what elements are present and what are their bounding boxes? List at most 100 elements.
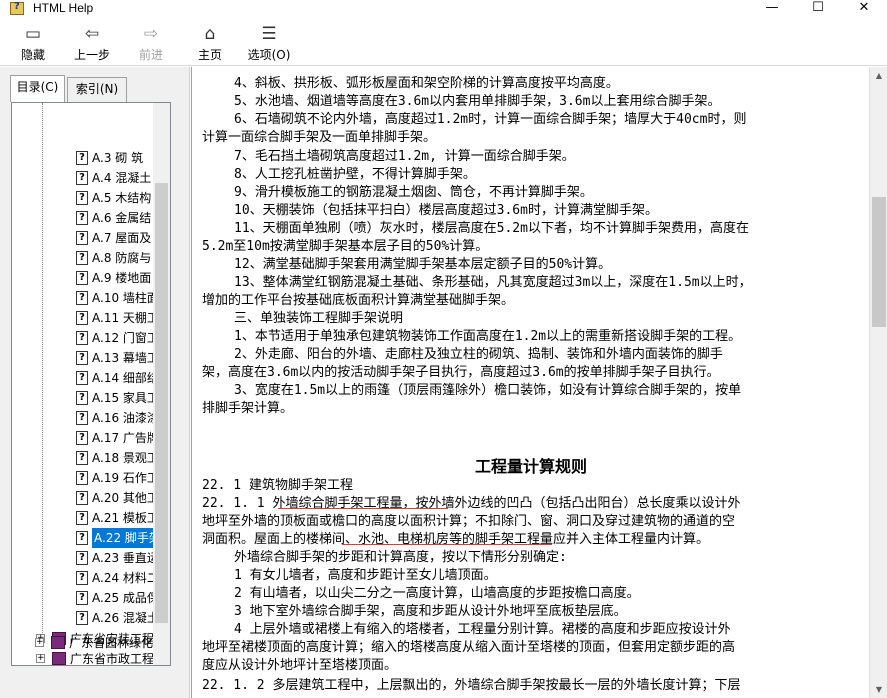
content-line: 排脚手架计算。 [202,401,294,416]
content-line: 三、单独装饰工程脚手架说明 [234,311,404,326]
expand-plus-icon[interactable]: + [36,654,45,663]
tree-item[interactable]: ? A.11 天棚工 [12,308,162,328]
forward-label: 前进 [138,48,163,62]
content-line: 5、水池墙、烟道墙等高度在3.6m以内套用单排脚手架，3.6m以上套用综合脚手架… [234,94,721,109]
tree-item[interactable]: ? A.20 其他工 [12,488,162,508]
rule-line: 地坪至外墙的顶板面或檐口的高度以面积计算；不扣除门、窗、洞口及穿过建筑物的通道的… [202,514,736,529]
pane-splitter[interactable] [186,67,190,698]
tree-item[interactable]: ? A.21 模板工 [12,508,162,528]
content-line: 6、石墙砌筑不论内外墙，高度超过1.2m时，计算一面综合脚手架；墙厚大于40cm… [234,112,747,127]
topic-page-icon: ? [76,191,88,205]
options-label: 选项(O) [247,48,291,62]
window-title: HTML Help [33,1,94,15]
content-line: 8、人工挖孔桩凿护壁，不得计算脚手架。 [234,167,476,182]
maximize-button[interactable]: ☐ [803,0,833,18]
hide-label: 隐藏 [20,48,45,62]
home-icon: ⌂ [204,24,216,44]
expand-plus-icon[interactable]: + [35,638,44,647]
content-line: 2、外走廊、阳台的外墙、走廊柱及独立柱的砌筑、捣制、装饰和外墙内面装饰的脚手 [234,347,723,362]
content-line: 13、整体满堂红钢筋混凝土基础、条形基础，凡其宽度超过3m以上，深度在1.5m以… [234,275,752,290]
content-line: 7、毛石挡土墙砌筑高度超过1.2m, 计算一面综合脚手架。 [234,149,575,164]
tree-scrollbar-thumb[interactable] [155,183,168,623]
tree-item[interactable]: ? A.15 家具工 [12,388,162,408]
topic-page-icon: ? [76,151,88,165]
title-bar: HTML Help — ☐ ✕ [0,0,887,18]
topic-page-icon: ? [76,331,88,345]
content-line: 11、天棚面单独刷（喷）灰水时，楼层高度在5.2m以下者，均不计算脚手架费用，高… [234,221,749,236]
topic-page-icon: ? [76,271,88,285]
tree-item[interactable]: ? A.6 金属结 [12,208,162,228]
topic-page-icon: ? [76,571,88,585]
content-line: 架，高度在3.6m以内的按活动脚手架子目执行，高度超过3.6m的按单排脚手架子目… [202,365,720,380]
ink-underline [278,508,448,509]
close-button[interactable]: ✕ [849,0,879,18]
topic-page-icon: ? [76,391,88,405]
topic-page-icon: ? [76,211,88,225]
rule-line: 4 上层外墙或裙楼上有缩入的塔楼者，工程量分别计算。裙楼的高度和步距应按设计外 [234,622,731,637]
forward-arrow-icon: ⇨ [143,24,159,44]
contents-tree: ? A.3 砌 筑 ? A.4 混凝土 ? A.5 木结构 ? A.6 金属结 ? A.7… [11,102,171,666]
tree-item[interactable]: ? A.12 门窗工 [12,328,162,348]
minimize-button[interactable]: — [757,0,787,18]
tree-item[interactable]: ? A.25 成品保 [12,588,162,608]
tree-item[interactable]: ? A.17 广告牌 [12,428,162,448]
hide-pane-icon: ▭ [24,24,42,44]
tree-item[interactable]: ? A.5 木结构 [12,188,162,208]
content-line: 3、宽度在1.5m以上的雨篷（顶层雨篷除外）檐口装饰，如没有计算综合脚手架的，按… [234,383,742,398]
tree-item[interactable]: ? A.26 混凝土 [12,608,162,628]
topic-page-icon: ? [76,451,88,465]
home-button[interactable]: ⌂ 主页 [192,22,228,66]
tree-item[interactable]: ? A.16 油漆涂 [12,408,162,428]
topic-page-icon: ? [76,231,88,245]
rule-line: 22. 1 建筑物脚手架工程 [202,478,353,493]
rule-line: 地坪至裙楼顶面的高度计算；缩入的塔楼高度从缩入面计至塔楼的顶面，但套用定额步距的… [202,640,736,655]
options-button[interactable]: ☰ 选项(O) [244,22,294,66]
tree-scrollbar[interactable] [153,103,170,665]
tree-book-garden[interactable]: + 广东省园林绿化 [11,633,161,653]
content-line: 5.2m至10m按满堂脚手架基本层子目的50%计算。 [202,239,489,254]
back-button[interactable]: ⇦ 上一步 [70,22,114,66]
topic-page-icon: ? [76,311,88,325]
tree-item[interactable]: ? A.3 砌 筑 [12,148,162,168]
content-scrollbar[interactable]: ▲ ▼ [869,67,887,698]
back-label: 上一步 [73,48,110,62]
tree-item[interactable]: ? A.24 材料二 [12,568,162,588]
hide-button[interactable]: ▭ 隐藏 [14,22,52,66]
content-line: 计算一面综合脚手架及一面单排脚手架。 [202,130,437,145]
tree-item-selected[interactable]: ? A.22 脚手架 [12,528,162,548]
tree-item[interactable]: ? A.7 屋面及 [12,228,162,248]
tree-item[interactable]: ? A.19 石作工 [12,468,162,488]
tree-item[interactable]: ? A.8 防腐与 [12,248,162,268]
rule-line: 2 有山墙者，以山尖二分之一高度计算，山墙高度的步距按檐口高度。 [234,586,640,601]
toolbar: ▭ 隐藏 ⇦ 上一步 ⇨ 前进 ⌂ 主页 ☰ 选项(O) [0,20,887,66]
scroll-down-icon[interactable]: ▼ [870,681,887,698]
tree-item[interactable]: ? A.13 幕墙工 [12,348,162,368]
tree-item[interactable]: ? A.10 墙柱面 [12,288,162,308]
topic-page-icon: ? [76,411,88,425]
tab-index[interactable]: 索引(N) [67,77,127,102]
forward-button[interactable]: ⇨ 前进 [132,22,170,66]
topic-page-icon: ? [76,251,88,265]
topic-page-icon: ? [76,291,88,305]
content-scrollbar-thumb[interactable] [872,197,886,327]
tree-item[interactable]: ? A.4 混凝土 [12,168,162,188]
content-line: 9、滑升模板施工的钢筋混凝土烟囱、筒仓，不再计算脚手架。 [234,185,593,200]
topic-page-icon: ? [76,371,88,385]
tree-item[interactable]: ? A.9 楼地面 [12,268,162,288]
topic-page-icon: ? [76,551,88,565]
section-heading: 工程量计算规则 [474,457,587,476]
content-line: 12、满堂基础脚手架套用满堂脚手架基本层定额子目的50%计算。 [234,257,612,272]
help-app-icon [10,1,24,15]
topic-page-icon: ? [76,591,88,605]
tree-item[interactable]: ? A.14 细部结 [12,368,162,388]
home-label: 主页 [197,48,222,62]
topic-page-icon: ? [76,611,88,625]
topic-page-icon: ? [76,531,88,545]
content-line: 4、斜板、拱形板、弧形板屋面和架空阶梯的计算高度按平均高度。 [234,76,619,91]
topic-page-icon: ? [76,511,88,525]
tree-item[interactable]: ? A.23 垂直运 [12,548,162,568]
tab-contents[interactable]: 目录(C) [10,75,65,102]
book-icon [51,636,65,649]
scroll-up-icon[interactable]: ▲ [870,67,887,84]
tree-item[interactable]: ? A.18 景观工 [12,448,162,468]
